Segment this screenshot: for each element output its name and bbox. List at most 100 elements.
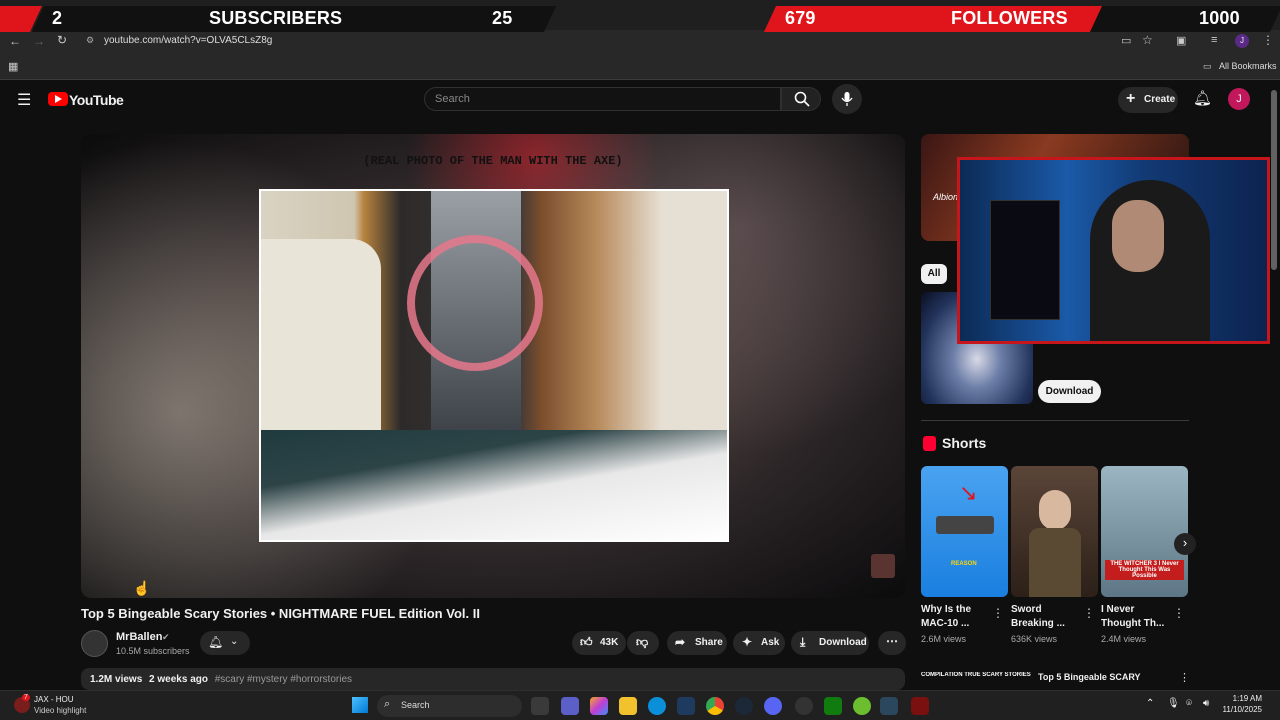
edge-icon[interactable]: [648, 697, 666, 715]
file-explorer-icon[interactable]: [619, 697, 637, 715]
tab-fighting[interactable]: fighting: [168, 4, 248, 30]
compilation-title: Top 5 Bingeable SCARY: [1038, 672, 1141, 682]
recommended-video-card[interactable]: COMPILATION TRUE SCARY STORIES Top 5 Bin…: [921, 668, 1190, 688]
search-placeholder: Search: [435, 93, 470, 105]
gun-icon: [936, 516, 994, 534]
discord-icon[interactable]: [764, 697, 782, 715]
short-title-2[interactable]: Sword Breaking ...: [1011, 603, 1081, 631]
short-thumbnail-2[interactable]: [1011, 466, 1098, 597]
cast-icon[interactable]: ▭: [1121, 34, 1131, 47]
download-icon: ⤓: [800, 635, 806, 649]
channel-watermark-icon[interactable]: [871, 554, 895, 578]
ad-brand: Albion: [933, 192, 959, 202]
video-menu-icon[interactable]: ⋮: [1179, 671, 1190, 684]
extensions-icon[interactable]: ▣: [1176, 34, 1186, 47]
short-thumbnail-3[interactable]: THE WITCHER 3 I Never Thought This Was P…: [1101, 466, 1188, 597]
forward-arrow-icon[interactable]: →: [33, 34, 45, 48]
wifi-icon[interactable]: ⌾: [1186, 698, 1192, 709]
channel-avatar[interactable]: [81, 630, 108, 657]
clock-time[interactable]: 1:19 AM: [1226, 694, 1262, 703]
widget-line-2: Video highlight: [34, 706, 87, 715]
site-info-icon[interactable]: ⚙: [86, 35, 94, 46]
all-bookmarks-label[interactable]: All Bookmarks: [1219, 61, 1277, 71]
short-menu-icon[interactable]: ⋮: [992, 606, 1004, 620]
short-title-3[interactable]: I Never Thought Th...: [1101, 603, 1171, 631]
notifications-bell-icon[interactable]: 🔔︎: [1193, 89, 1212, 107]
page-scrollbar[interactable]: [1271, 90, 1277, 270]
shorts-section-title: Shorts: [942, 435, 987, 451]
hashtags[interactable]: #scary #mystery #horrorstories: [215, 674, 352, 685]
filter-chip-all[interactable]: All: [921, 264, 947, 284]
shorts-logo-icon: [923, 436, 936, 451]
obs-icon[interactable]: [795, 697, 813, 715]
copilot-icon[interactable]: [590, 697, 608, 715]
photo-floor: [261, 430, 727, 540]
search-input[interactable]: Search: [424, 87, 781, 111]
steam-icon[interactable]: [735, 697, 753, 715]
short-menu-icon[interactable]: ⋮: [1173, 606, 1185, 620]
chevron-down-icon: ⌄: [230, 636, 239, 647]
description-box[interactable]: 1.2M views 2 weeks ago #scary #mystery #…: [81, 668, 905, 690]
dislike-button[interactable]: 👎︎: [627, 631, 659, 655]
voice-search-button[interactable]: [832, 84, 862, 114]
short-thumbnail-1[interactable]: ↘ REASON: [921, 466, 1008, 597]
video-player[interactable]: (REAL PHOTO OF THE MAN WITH THE AXE) ☝: [81, 134, 905, 598]
volume-icon[interactable]: 🔊︎: [1203, 698, 1209, 709]
tray-chevron-icon[interactable]: ⌃: [1146, 698, 1154, 709]
like-button[interactable]: 👍︎ 43K: [572, 631, 626, 655]
reading-list-icon[interactable]: ≡: [1211, 34, 1217, 46]
search-icon: [794, 91, 810, 107]
app-icon[interactable]: [853, 697, 871, 715]
download-label: Download: [819, 637, 867, 648]
weather-widget-icon[interactable]: 7: [14, 694, 30, 713]
chrome-icon[interactable]: [706, 697, 724, 715]
compilation-badge: COMPILATION TRUE SCARY STORIES: [921, 672, 1031, 678]
ask-label: Ask: [761, 637, 780, 648]
more-actions-button[interactable]: ⋯: [878, 631, 906, 655]
clock-date[interactable]: 11/10/2025: [1220, 705, 1262, 714]
more-horizontal-icon: ⋯: [886, 634, 898, 648]
verified-icon: ✔: [162, 632, 170, 642]
microphone-icon[interactable]: 🎙︎: [1167, 698, 1180, 709]
sidebar-divider: [921, 420, 1189, 421]
browser-menu-icon[interactable]: ⋮: [1262, 33, 1274, 47]
profile-icon[interactable]: J: [1235, 34, 1249, 48]
share-button[interactable]: ➦ Share: [667, 631, 727, 655]
steam-active-icon[interactable]: [880, 697, 898, 715]
youtube-logo-icon[interactable]: [48, 92, 68, 106]
tab-youtube-video[interactable]: Top 5 Bingeable Scary Stories: [58, 4, 163, 30]
xbox-icon[interactable]: [824, 697, 842, 715]
account-avatar[interactable]: J: [1228, 88, 1250, 110]
reload-icon[interactable]: ↻: [57, 33, 67, 47]
video-title: Top 5 Bingeable Scary Stories • NIGHTMAR…: [81, 606, 480, 621]
hamburger-menu-icon[interactable]: ☰: [17, 90, 31, 110]
bookmark-star-icon[interactable]: ☆: [1142, 33, 1153, 47]
url-field[interactable]: youtube.com/watch?v=OLVA5CLsZ8g: [104, 35, 272, 46]
sparkle-icon: ✦: [742, 635, 753, 649]
windows-start-icon[interactable]: [352, 697, 368, 713]
apps-grid-icon[interactable]: ▦: [8, 60, 18, 73]
short-title-1[interactable]: Why Is the MAC-10 ...: [921, 603, 991, 631]
channel-name[interactable]: MrBallen: [116, 631, 162, 643]
task-view-icon[interactable]: [531, 697, 549, 715]
shorts-next-button[interactable]: ›: [1174, 533, 1196, 555]
teams-icon[interactable]: [561, 697, 579, 715]
sidebar-download-button[interactable]: Download: [1038, 380, 1101, 403]
back-arrow-icon[interactable]: ←: [9, 34, 21, 48]
youtube-logo-text[interactable]: YouTube: [69, 92, 124, 108]
folder-icon: ▭: [1203, 61, 1212, 71]
ms-store-icon[interactable]: [677, 697, 695, 715]
upload-age: 2 weeks ago: [149, 674, 208, 685]
person-body: [1029, 528, 1081, 597]
channel-subscriber-count: 10.5M subscribers: [116, 646, 190, 656]
thumbs-down-icon: 👎︎: [636, 635, 649, 649]
subscription-bell-button[interactable]: 🔔︎ ⌄: [200, 631, 250, 655]
riot-icon[interactable]: [911, 697, 929, 715]
ask-button[interactable]: ✦ Ask: [733, 631, 785, 655]
create-button[interactable]: + Create: [1118, 87, 1178, 113]
search-button[interactable]: [781, 87, 821, 111]
short-menu-icon[interactable]: ⋮: [1083, 606, 1095, 620]
microphone-icon: [841, 92, 853, 106]
taskbar-search[interactable]: ⌕ Search: [377, 695, 522, 717]
download-button[interactable]: ⤓ Download: [791, 631, 869, 655]
